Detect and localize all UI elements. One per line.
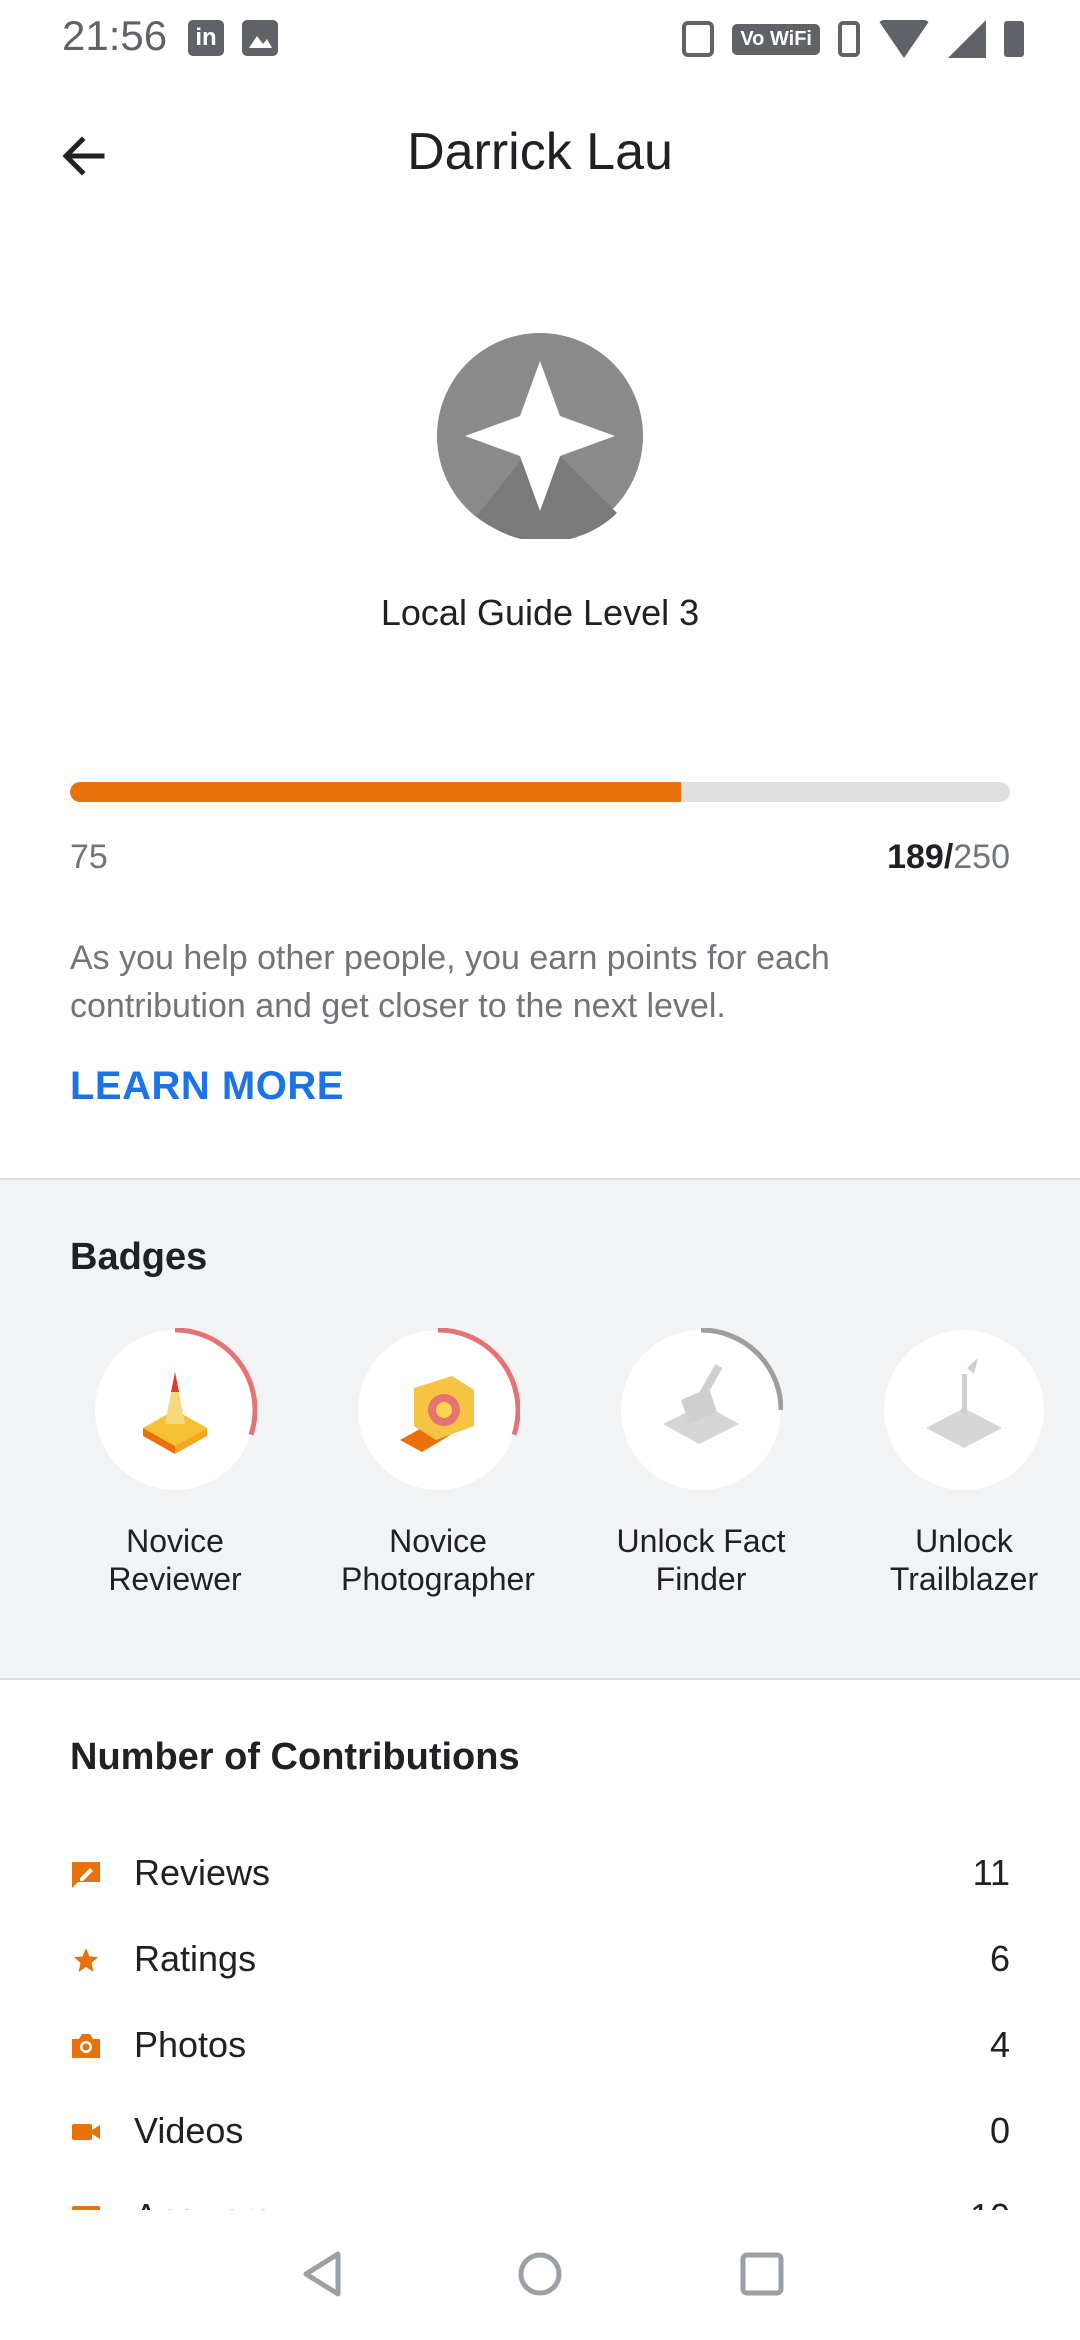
- contribution-label: Photos: [134, 2024, 247, 2065]
- progress-current: 189: [887, 838, 944, 876]
- badge-ring: [95, 1327, 258, 1490]
- star-icon: [74, 1948, 98, 1972]
- camera-icon: [72, 2034, 100, 2058]
- badge-ring: [884, 1330, 1044, 1490]
- badge-label-line1: Unlock Fact: [616, 1523, 786, 1559]
- badges-section: Badges Novice Reviewer Novice Photograph…: [0, 1178, 1080, 1680]
- level-progress-fill: [70, 782, 681, 802]
- badge-label-line2: Reviewer: [108, 1561, 242, 1597]
- system-nav-bar: [0, 2210, 1080, 2340]
- learn-more-link[interactable]: LEARN MORE: [70, 1064, 344, 1109]
- contribution-count: 0: [989, 2110, 1010, 2151]
- contribution-count: 11: [972, 1852, 1010, 1893]
- nfc-icon: [682, 21, 715, 57]
- status-time: 21:56: [62, 12, 168, 59]
- nav-back-icon[interactable]: [294, 2246, 350, 2302]
- battery-icon: [1004, 21, 1024, 57]
- nav-recents-icon[interactable]: [734, 2246, 790, 2302]
- local-guide-star-icon: [437, 333, 643, 542]
- level-description: As you help other people, you earn point…: [70, 939, 830, 1025]
- contribution-row-ratings[interactable]: Ratings 6: [70, 1932, 1010, 1992]
- badge-label-line1: Novice: [389, 1523, 487, 1559]
- contribution-label: Reviews: [134, 1852, 271, 1893]
- badge-label-line1: Unlock: [915, 1523, 1013, 1559]
- contribution-label: Ratings: [134, 1938, 257, 1979]
- level-progress-bar: [70, 782, 1010, 802]
- contribution-count: 6: [989, 1938, 1010, 1979]
- progress-min: 75: [70, 838, 108, 876]
- progress-max: 250: [953, 838, 1010, 876]
- contributions-title: Number of Contributions: [70, 1736, 520, 1778]
- image-icon: [242, 20, 278, 56]
- contribution-label: Videos: [134, 2110, 244, 2151]
- vibrate-icon: [838, 21, 860, 57]
- badge-novice-photographer[interactable]: Novice Photographer: [323, 1327, 553, 1598]
- badge-ring: [358, 1327, 521, 1490]
- contribution-row-photos[interactable]: Photos 4: [70, 2018, 1010, 2078]
- review-icon: [72, 1862, 100, 1888]
- badges-title: Badges: [70, 1236, 208, 1278]
- contribution-row-videos[interactable]: Videos 0: [70, 2104, 1010, 2164]
- badge-label-line2: Trailblazer: [889, 1561, 1039, 1597]
- badge-ring: [621, 1327, 784, 1490]
- contribution-row-reviews[interactable]: Reviews 11: [70, 1846, 1010, 1906]
- contribution-count: 4: [989, 2024, 1010, 2065]
- linkedin-icon: in: [188, 20, 224, 56]
- vowifi-icon: Vo WiFi: [732, 23, 820, 55]
- nav-home-icon[interactable]: [512, 2246, 568, 2302]
- video-icon: [72, 2124, 100, 2140]
- progress-count: 189/250: [887, 838, 1010, 877]
- status-bar: 21:56 in Vo WiFi: [0, 0, 1080, 80]
- badge-unlock-fact-finder[interactable]: Unlock Fact Finder: [586, 1327, 816, 1598]
- badge-unlock-trailblazer[interactable]: Unlock Trailblazer: [849, 1328, 1079, 1598]
- badge-label-line1: Novice: [126, 1523, 224, 1559]
- badge-label-line2: Finder: [655, 1561, 747, 1597]
- badge-novice-reviewer[interactable]: Novice Reviewer: [60, 1327, 290, 1598]
- progress-separator: /: [943, 838, 954, 876]
- badge-label-line2: Photographer: [341, 1561, 535, 1597]
- level-name: Local Guide Level 3: [380, 592, 700, 633]
- signal-icon: [948, 20, 986, 58]
- wifi-icon: [878, 20, 930, 58]
- page-title: Darrick Lau: [407, 123, 673, 181]
